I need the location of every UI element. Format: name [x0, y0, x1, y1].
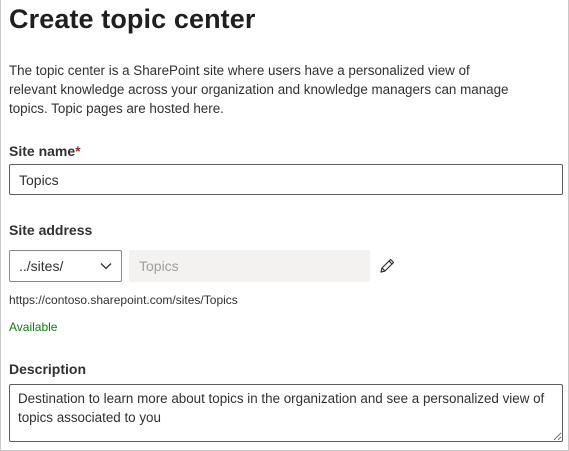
page-title: Create topic center — [9, 4, 256, 34]
intro-text: The topic center is a SharePoint site wh… — [9, 63, 509, 116]
site-name-label: Site name* — [9, 143, 81, 159]
site-name-input[interactable] — [9, 164, 563, 195]
description-textarea[interactable]: Destination to learn more about topics i… — [9, 384, 563, 442]
description-label: Description — [9, 361, 87, 377]
required-marker: * — [75, 143, 81, 159]
site-url: https://contoso.sharepoint.com/sites/Top… — [9, 293, 238, 307]
create-topic-center-panel: Create topic center The topic center is … — [0, 0, 569, 451]
site-path-dropdown[interactable]: ../sites/ — [9, 250, 122, 282]
availability-status: Available — [9, 320, 58, 334]
pencil-icon[interactable] — [378, 257, 396, 275]
chevron-down-icon — [100, 263, 112, 270]
site-path-value: ../sites/ — [19, 258, 64, 274]
site-address-label: Site address — [9, 222, 93, 238]
site-name-label-text: Site name — [9, 143, 76, 159]
site-address-input[interactable] — [129, 250, 370, 282]
